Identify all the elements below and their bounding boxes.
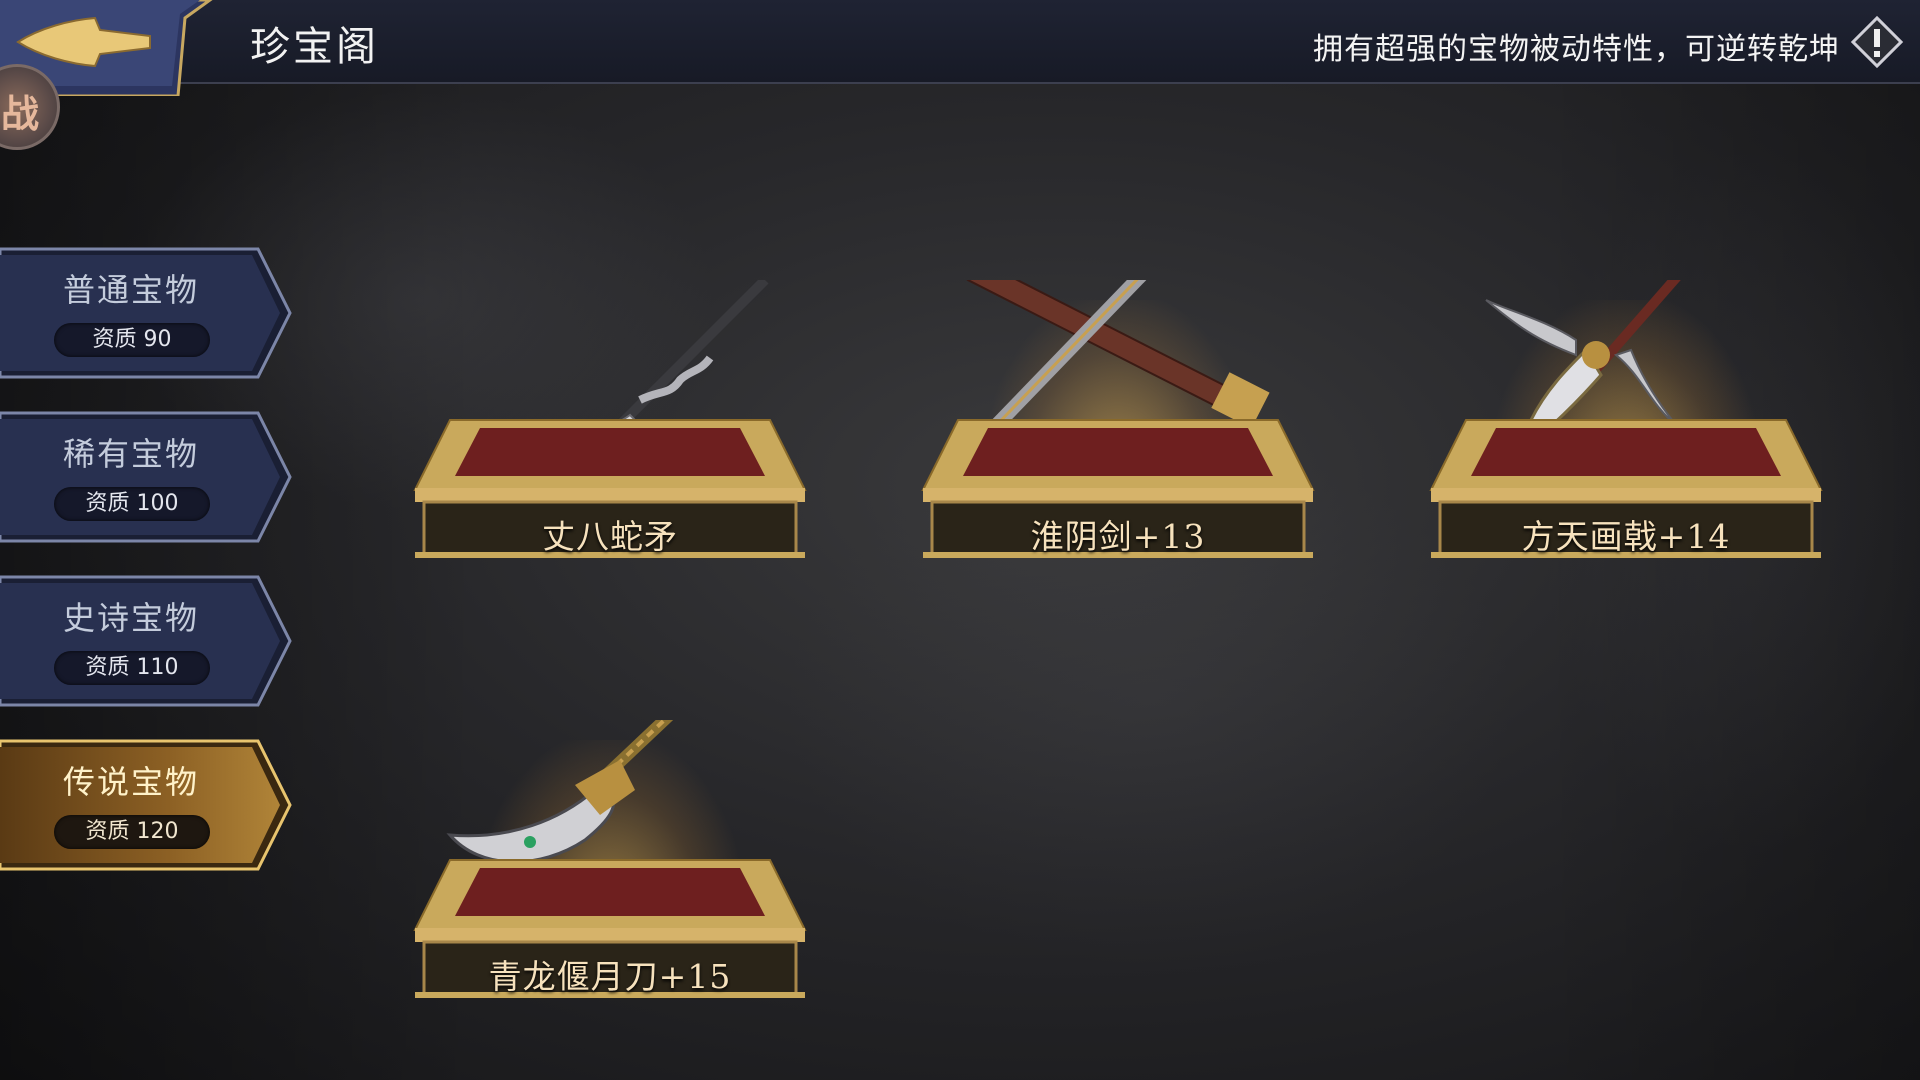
treasure-card[interactable]: 淮阴剑+13	[918, 280, 1318, 560]
page-title: 珍宝阁	[250, 24, 379, 70]
tab-epic-treasure[interactable]: 史诗宝物 资质 110	[0, 575, 292, 707]
treasure-name: 淮阴剑+13	[1030, 517, 1206, 556]
tab-name: 传说宝物	[62, 763, 199, 801]
treasure-card[interactable]: 丈八蛇矛	[410, 280, 810, 560]
header-description: 拥有超强的宝物被动特性，可逆转乾坤	[1313, 32, 1840, 67]
quality-badge: 资质 90	[54, 323, 210, 357]
treasure-name: 青龙偃月刀+15	[488, 957, 732, 996]
tab-rare-treasure[interactable]: 稀有宝物 资质 100	[0, 411, 292, 543]
tab-name: 稀有宝物	[62, 435, 199, 473]
quality-badge: 资质 110	[54, 651, 210, 685]
tab-common-treasure[interactable]: 普通宝物 资质 90	[0, 247, 292, 379]
info-button[interactable]	[1848, 13, 1906, 71]
treasure-card[interactable]: 方天画戟+14	[1426, 280, 1826, 560]
treasure-name: 丈八蛇矛	[542, 517, 678, 556]
quality-badge: 资质 120	[54, 815, 210, 849]
tab-name: 史诗宝物	[62, 599, 199, 637]
tab-legendary-treasure[interactable]: 传说宝物 资质 120	[0, 739, 292, 871]
tab-name: 普通宝物	[62, 271, 199, 309]
treasure-name: 方天画戟+14	[1521, 517, 1731, 556]
crescent-blade-icon	[446, 720, 674, 864]
top-bar: 珍宝阁 拥有超强的宝物被动特性，可逆转乾坤	[0, 0, 1920, 98]
quality-badge: 资质 100	[54, 487, 210, 521]
warning-icon	[1850, 15, 1904, 69]
treasure-card[interactable]: 青龙偃月刀+15	[410, 720, 810, 1000]
